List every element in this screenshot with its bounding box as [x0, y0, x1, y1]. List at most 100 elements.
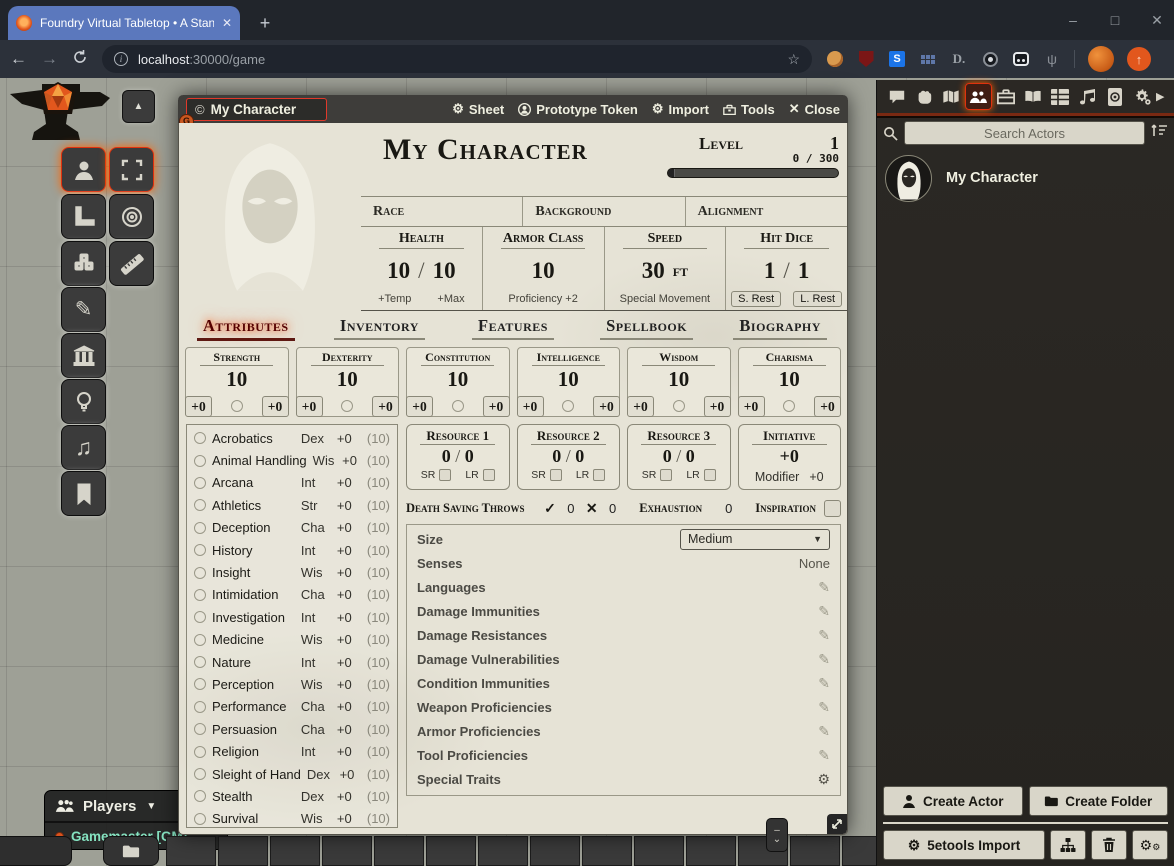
hd-max[interactable]: 1 [798, 258, 810, 284]
create-actor-button[interactable]: Create Actor [883, 786, 1023, 816]
skill-name[interactable]: Persuasion [212, 722, 295, 737]
ability-modifier[interactable]: +0 [738, 396, 765, 417]
sidebar-collapse-icon[interactable]: ▶ [1156, 90, 1168, 103]
skill-row[interactable]: Investigation Int +0 (10) [194, 606, 390, 628]
ability-proficiency-radio[interactable] [452, 400, 464, 412]
skill-proficiency-radio[interactable] [194, 656, 206, 668]
skill-name[interactable]: Medicine [212, 632, 295, 647]
skill-row[interactable]: Acrobatics Dex +0 (10) [194, 427, 390, 449]
skill-name[interactable]: Athletics [212, 498, 295, 513]
skill-proficiency-radio[interactable] [194, 813, 206, 825]
race-field[interactable]: Race [361, 197, 523, 226]
resource-max[interactable]: 0 [575, 446, 584, 466]
ability-save[interactable]: +0 [483, 396, 510, 417]
lighting-tool-button[interactable] [61, 379, 106, 424]
select-region-tool-button[interactable] [109, 147, 154, 192]
grid-extension-icon[interactable] [919, 50, 937, 68]
ability-proficiency-radio[interactable] [231, 400, 243, 412]
initiative-modifier[interactable]: +0 [809, 470, 823, 484]
long-rest-button[interactable]: L. Rest [793, 291, 842, 307]
ability-proficiency-radio[interactable] [673, 400, 685, 412]
skill-row[interactable]: Performance Cha +0 (10) [194, 696, 390, 718]
macro-slot[interactable] [790, 836, 840, 866]
combat-tab[interactable] [910, 83, 937, 110]
playlists-tab[interactable] [1074, 83, 1101, 110]
window-resize-handle[interactable] [827, 814, 847, 834]
initiative-box[interactable]: Initiative +0 Modifier+0 [738, 424, 842, 490]
skill-proficiency-radio[interactable] [194, 589, 206, 601]
skill-row[interactable]: Sleight of Hand Dex +0 (10) [194, 763, 390, 785]
ability-modifier[interactable]: +0 [517, 396, 544, 417]
ability-block[interactable]: Dexterity 10 +0 +0 [296, 347, 400, 417]
tools-button[interactable]: Tools [723, 102, 775, 117]
skill-row[interactable]: Survival Wis +0 (10) [194, 808, 390, 830]
sheet-tab[interactable]: Attributes [179, 316, 313, 341]
site-info-icon[interactable]: i [114, 52, 128, 66]
macro-slot[interactable] [166, 836, 216, 866]
skill-name[interactable]: Perception [212, 677, 295, 692]
macro-slot[interactable] [686, 836, 736, 866]
new-tab-button[interactable]: + [252, 10, 278, 36]
walls-tool-button[interactable] [61, 333, 106, 378]
lr-checkbox[interactable] [593, 469, 605, 481]
cookie-extension-icon[interactable] [826, 50, 844, 68]
ability-proficiency-radio[interactable] [783, 400, 795, 412]
skill-row[interactable]: Deception Cha +0 (10) [194, 517, 390, 539]
speed-value[interactable]: 30 [642, 258, 665, 284]
level-value[interactable]: 1 [830, 133, 839, 154]
macro-slot[interactable] [322, 836, 372, 866]
ublock-extension-icon[interactable] [857, 50, 875, 68]
ability-block[interactable]: Charisma 10 +0 +0 [738, 347, 842, 417]
measure-template-tool-button[interactable] [61, 194, 106, 239]
skill-name[interactable]: Religion [212, 744, 295, 759]
skill-name[interactable]: Acrobatics [212, 431, 295, 446]
edit-icon[interactable]: ✎ [818, 603, 830, 620]
ability-score[interactable]: 10 [297, 367, 399, 392]
ability-block[interactable]: Strength 10 +0 +0 [185, 347, 289, 417]
ruler-tool-button[interactable] [109, 241, 154, 286]
ability-save[interactable]: +0 [814, 396, 841, 417]
resource-value[interactable]: 0 [552, 446, 561, 466]
search-actors-input[interactable] [904, 121, 1145, 145]
items-tab[interactable] [992, 83, 1019, 110]
ability-modifier[interactable]: +0 [627, 396, 654, 417]
tab-close-icon[interactable]: ✕ [222, 16, 232, 30]
sounds-tool-button[interactable]: ♫ [61, 425, 106, 470]
skill-row[interactable]: Religion Int +0 (10) [194, 740, 390, 762]
actor-list-item[interactable]: My Character [877, 150, 1174, 206]
hp-tempmax-label[interactable]: +Max [437, 293, 464, 305]
journal-tab[interactable] [1019, 83, 1046, 110]
settings-button[interactable]: ⚙⚙ [1132, 830, 1168, 860]
skill-row[interactable]: Intimidation Cha +0 (10) [194, 584, 390, 606]
skill-name[interactable]: Sleight of Hand [212, 767, 301, 782]
scenes-tab[interactable] [938, 83, 965, 110]
import-button[interactable]: ⚙Import [652, 101, 709, 117]
edit-icon[interactable]: ✎ [818, 675, 830, 692]
alignment-field[interactable]: Alignment [686, 197, 847, 226]
resource-value[interactable]: 0 [442, 446, 451, 466]
character-portrait[interactable] [179, 123, 361, 311]
size-select[interactable]: Medium▼ [680, 529, 830, 550]
folder-tree-button[interactable] [1050, 830, 1086, 860]
chat-tab[interactable] [883, 83, 910, 110]
resource-value[interactable]: 0 [663, 446, 672, 466]
ability-save[interactable]: +0 [372, 396, 399, 417]
record-extension-icon[interactable] [981, 50, 999, 68]
macro-slot[interactable] [478, 836, 528, 866]
skill-name[interactable]: Intimidation [212, 587, 295, 602]
skill-name[interactable]: History [212, 543, 295, 558]
skill-name[interactable]: Insight [212, 565, 295, 580]
ability-save[interactable]: +0 [704, 396, 731, 417]
window-close-button[interactable]: ✕ [1150, 12, 1164, 29]
skill-row[interactable]: Athletics Str +0 (10) [194, 494, 390, 516]
resource-box[interactable]: Resource 1 0 / 0 SR LR [406, 424, 510, 490]
skill-name[interactable]: Deception [212, 520, 295, 535]
xp-value[interactable]: 0 / 300 [793, 152, 839, 165]
forward-button[interactable]: → [41, 49, 58, 69]
toolbar-collapse-button[interactable]: ▲ [122, 90, 155, 123]
edit-icon[interactable]: ✎ [818, 723, 830, 740]
skill-proficiency-radio[interactable] [194, 611, 206, 623]
actors-tab[interactable] [965, 83, 992, 110]
skill-name[interactable]: Stealth [212, 789, 295, 804]
skill-proficiency-radio[interactable] [194, 499, 206, 511]
